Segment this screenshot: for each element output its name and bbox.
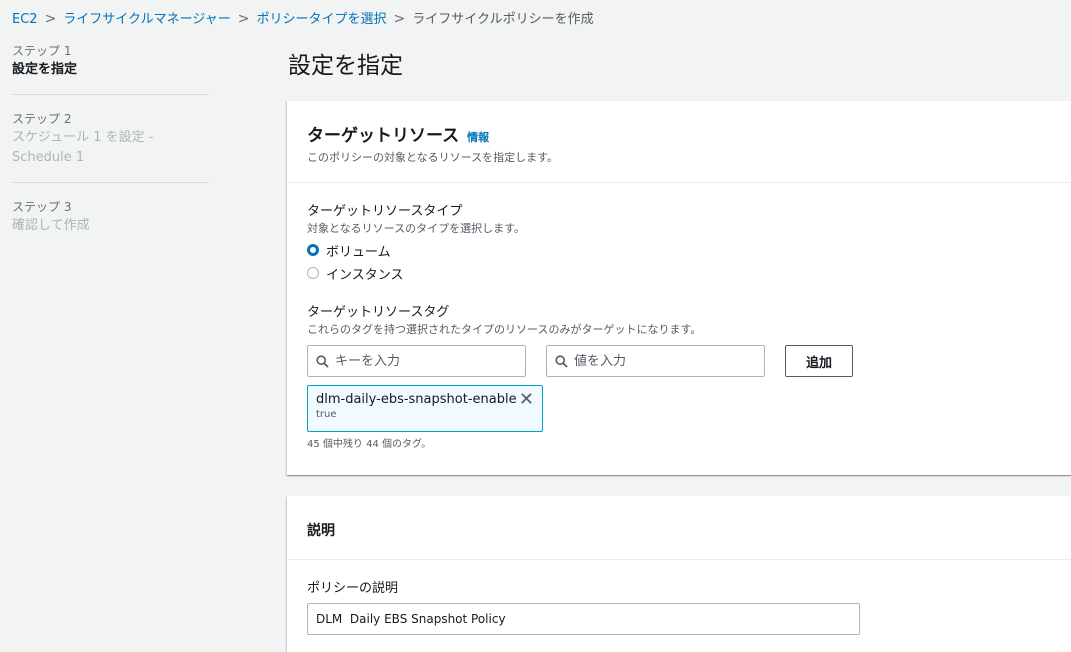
close-icon[interactable]: ✕ — [519, 391, 534, 409]
description-panel: 説明 ポリシーの説明 DLM Daily EBS Snapshot Policy — [287, 496, 1071, 652]
panel-body: ターゲットリソースタイプ 対象となるリソースのタイプを選択します。 ボリューム … — [287, 200, 1071, 450]
radio-label: ボリューム — [326, 244, 391, 260]
tag-count: 45 個中残り 44 個のタグ。 — [307, 439, 432, 450]
breadcrumb-lifecycle-manager[interactable]: ライフサイクルマネージャー — [63, 12, 230, 27]
search-icon — [555, 354, 568, 368]
breadcrumb-ec2[interactable]: EC2 — [12, 12, 38, 27]
step-2: ステップ 2 スケジュール 1 を設定 - Schedule 1 — [12, 111, 209, 183]
wizard-steps: ステップ 1 設定を指定 ステップ 2 スケジュール 1 を設定 - Sched… — [12, 43, 209, 266]
tag-token-key: dlm-daily-ebs-snapshot-enable — [316, 392, 517, 407]
step-number: ステップ 3 — [12, 200, 72, 214]
info-link[interactable]: 情報 — [467, 131, 489, 144]
policy-description-value: DLM Daily EBS Snapshot Policy — [316, 612, 506, 626]
panel-header: 説明 — [287, 496, 1071, 560]
chevron-right-icon: > — [44, 11, 57, 27]
tag-value-field[interactable] — [546, 345, 765, 377]
panel-title: 説明 — [307, 523, 335, 539]
step-title: 確認して作成 — [12, 218, 90, 233]
radio-unchecked-icon[interactable] — [307, 267, 319, 279]
policy-description-field[interactable]: DLM Daily EBS Snapshot Policy — [307, 603, 860, 635]
step-number: ステップ 2 — [12, 112, 72, 126]
resource-tags-label: ターゲットリソースタグ — [307, 305, 450, 320]
chevron-right-icon: > — [393, 11, 406, 27]
add-tag-button[interactable]: 追加 — [785, 345, 853, 377]
search-icon — [316, 354, 329, 368]
panel-description: このポリシーの対象となるリソースを指定します。 — [307, 151, 559, 164]
policy-description-label: ポリシーの説明 — [307, 581, 399, 596]
resource-tags-description: これらのタグを持つ選択されたタイプのリソースのみがターゲットになります。 — [307, 323, 702, 336]
step-number: ステップ 1 — [12, 44, 72, 58]
breadcrumb-select-policy-type[interactable]: ポリシータイプを選択 — [256, 12, 386, 27]
radio-label: インスタンス — [326, 267, 404, 283]
breadcrumb-current: ライフサイクルポリシーを作成 — [412, 12, 594, 27]
panel-title: ターゲットリソース — [307, 126, 460, 146]
panel-body: ポリシーの説明 DLM Daily EBS Snapshot Policy — [287, 577, 1071, 635]
tag-input-row: 追加 — [307, 345, 1067, 377]
tag-key-field[interactable] — [307, 345, 526, 377]
resource-type-label: ターゲットリソースタイプ — [307, 204, 463, 219]
step-1: ステップ 1 設定を指定 — [12, 43, 209, 95]
resource-type-description: 対象となるリソースのタイプを選択します。 — [307, 222, 526, 235]
target-resources-panel: ターゲットリソース 情報 このポリシーの対象となるリソースを指定します。 ターゲッ… — [287, 101, 1071, 475]
radio-volume[interactable]: ボリューム — [307, 241, 1067, 260]
page-title: 設定を指定 — [288, 53, 403, 79]
step-title: スケジュール 1 を設定 - Schedule 1 — [12, 130, 154, 165]
tag-value-input[interactable] — [574, 353, 754, 369]
radio-instance[interactable]: インスタンス — [307, 264, 1067, 283]
breadcrumb: EC2 > ライフサイクルマネージャー > ポリシータイプを選択 > ライフサイクルポリシー… — [12, 8, 594, 27]
tag-key-input[interactable] — [335, 353, 515, 369]
chevron-right-icon: > — [237, 11, 250, 27]
radio-checked-icon[interactable] — [307, 244, 319, 256]
tag-token-value: true — [316, 409, 337, 420]
step-3: ステップ 3 確認して作成 — [12, 199, 209, 250]
tag-token: dlm-daily-ebs-snapshot-enable true ✕ — [307, 385, 543, 432]
panel-header: ターゲットリソース 情報 このポリシーの対象となるリソースを指定します。 — [287, 101, 1071, 183]
step-title: 設定を指定 — [12, 62, 78, 77]
